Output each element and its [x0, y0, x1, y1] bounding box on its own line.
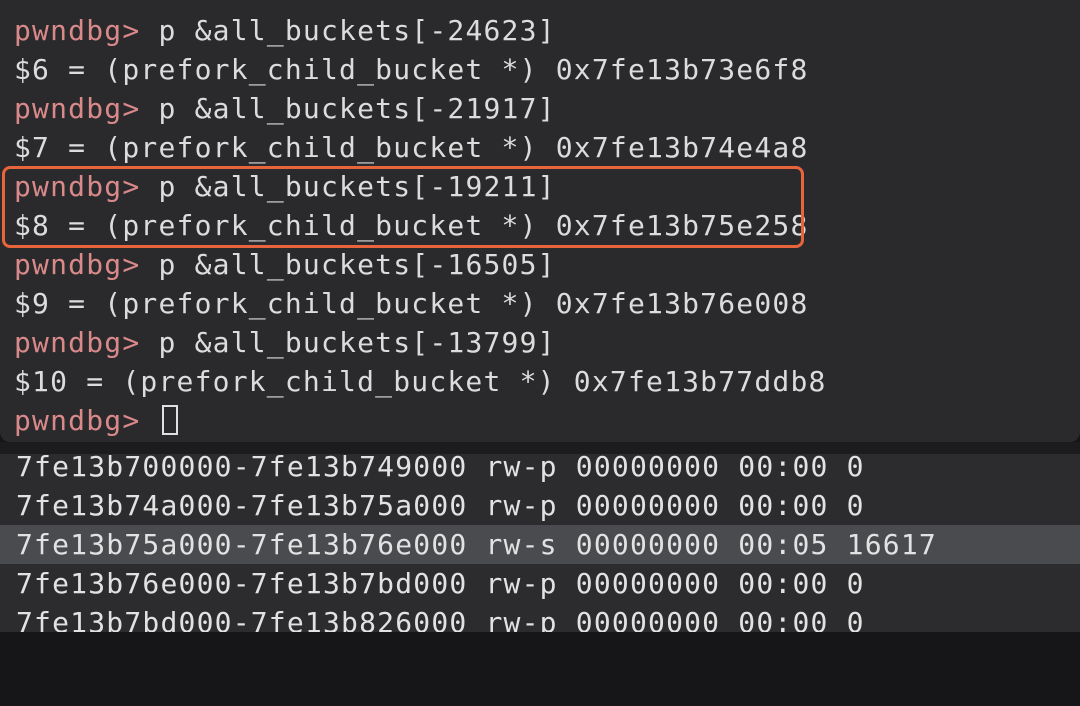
- gdb-command-line: pwndbg> p &all_buckets[-16505]: [14, 245, 556, 284]
- gdb-output-line: $7 = (prefork_child_bucket *) 0x7fe13b74…: [14, 131, 809, 164]
- gdb-command: p &all_buckets[-21917]: [158, 92, 556, 125]
- memory-map-row: 7fe13b7bd000-7fe13b826000 rw-p 00000000 …: [16, 606, 865, 632]
- pane-divider[interactable]: [0, 442, 1080, 454]
- text-cursor-icon[interactable]: [162, 405, 179, 435]
- gdb-prompt: pwndbg>: [14, 248, 141, 281]
- window-background: [0, 632, 1080, 706]
- gdb-output-line: $10 = (prefork_child_bucket *) 0x7fe13b7…: [14, 365, 827, 398]
- highlight-annotation-box: [2, 166, 804, 248]
- gdb-command: p &all_buckets[-13799]: [158, 326, 556, 359]
- memory-map-row: 7fe13b700000-7fe13b749000 rw-p 00000000 …: [16, 454, 865, 483]
- memory-maps-pane[interactable]: 7fe13b700000-7fe13b749000 rw-p 00000000 …: [0, 454, 1080, 632]
- memory-map-row: 7fe13b74a000-7fe13b75a000 rw-p 00000000 …: [16, 489, 865, 522]
- gdb-prompt: pwndbg>: [14, 404, 141, 437]
- gdb-command-line: pwndbg> p &all_buckets[-13799]: [14, 323, 556, 362]
- gdb-command-line: pwndbg> p &all_buckets[-21917]: [14, 89, 556, 128]
- memory-map-row: 7fe13b76e000-7fe13b7bd000 rw-p 00000000 …: [16, 567, 865, 600]
- gdb-prompt: pwndbg>: [14, 92, 141, 125]
- gdb-command: p &all_buckets[-24623]: [158, 14, 556, 47]
- gdb-prompt: pwndbg>: [14, 14, 141, 47]
- gdb-output-line: $9 = (prefork_child_bucket *) 0x7fe13b76…: [14, 287, 809, 320]
- gdb-input-line[interactable]: pwndbg>: [14, 401, 179, 440]
- gdb-terminal-pane[interactable]: pwndbg> p &all_buckets[-24623] $6 = (pre…: [0, 0, 1080, 442]
- memory-map-row-selected: 7fe13b75a000-7fe13b76e000 rw-s 00000000 …: [0, 525, 1080, 564]
- gdb-command-line: pwndbg> p &all_buckets[-24623]: [14, 11, 556, 50]
- gdb-command: p &all_buckets[-16505]: [158, 248, 556, 281]
- gdb-prompt: pwndbg>: [14, 326, 141, 359]
- gdb-output-line: $6 = (prefork_child_bucket *) 0x7fe13b73…: [14, 53, 809, 86]
